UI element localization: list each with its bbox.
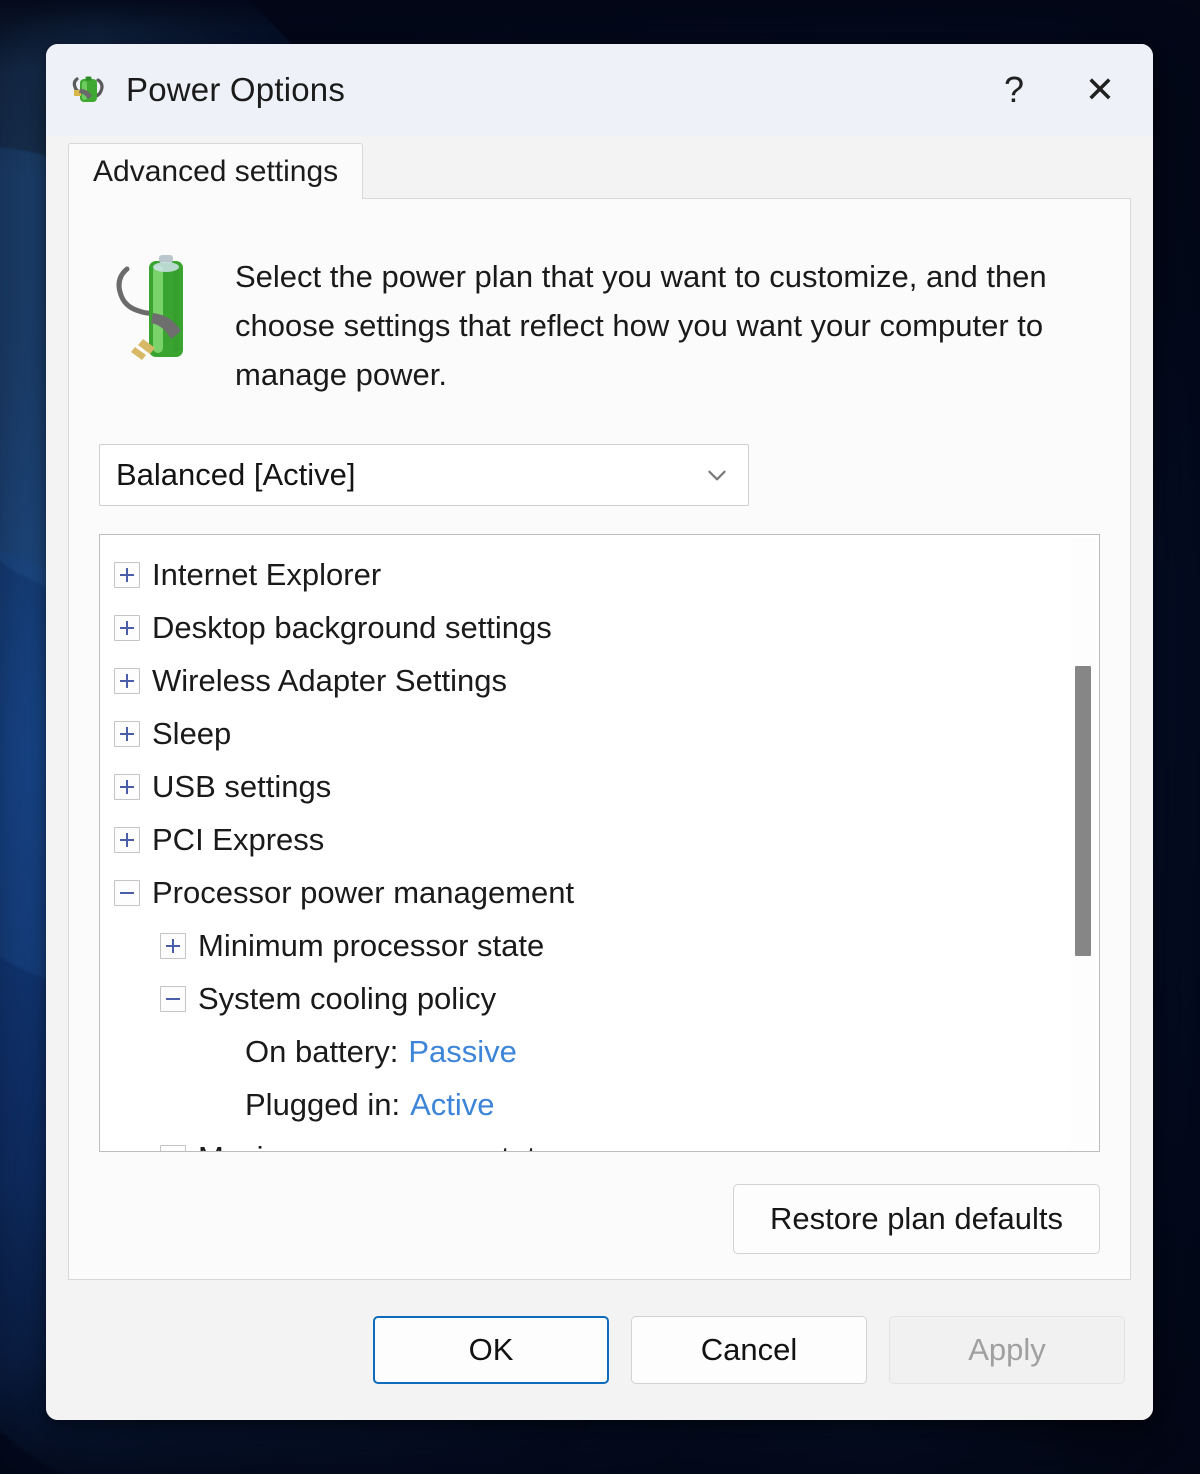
tree-item-value[interactable]: Active <box>410 1087 494 1123</box>
expand-icon[interactable] <box>114 827 140 854</box>
tree-row[interactable]: Wireless Adapter Settings <box>100 655 1099 708</box>
tree-row[interactable]: Plugged in: Active <box>100 1079 1099 1132</box>
tree-row[interactable]: Maximum processor state <box>100 1132 1099 1151</box>
advanced-settings-panel: Select the power plan that you want to c… <box>68 198 1131 1280</box>
close-icon: ✕ <box>1084 69 1116 110</box>
tree-row[interactable]: USB settings <box>100 761 1099 814</box>
apply-button[interactable]: Apply <box>889 1316 1125 1384</box>
description-block: Select the power plan that you want to c… <box>99 247 1100 400</box>
tree-row[interactable]: Desktop background settings <box>100 602 1099 655</box>
expand-icon[interactable] <box>160 1145 186 1151</box>
power-plan-value: Balanced [Active] <box>116 456 356 492</box>
help-button[interactable]: ? <box>971 44 1057 136</box>
tree-item-label: Wireless Adapter Settings <box>152 663 507 699</box>
tab-label: Advanced settings <box>93 154 339 188</box>
power-options-dialog: Power Options ? ✕ Advanced settings Sele… <box>46 44 1153 1420</box>
tree-item-value[interactable]: Passive <box>408 1034 517 1070</box>
window-title: Power Options <box>126 71 346 108</box>
settings-tree-content: Internet Explorer Desktop background sett… <box>100 535 1099 1151</box>
collapse-icon[interactable] <box>160 986 186 1013</box>
dialog-footer: OK Cancel Apply <box>46 1280 1153 1420</box>
tree-row[interactable]: Sleep <box>100 708 1099 761</box>
expand-icon[interactable] <box>114 615 140 642</box>
ok-button[interactable]: OK <box>373 1316 609 1384</box>
expand-icon[interactable] <box>114 668 140 695</box>
tree-item-label: Maximum processor state <box>198 1140 553 1151</box>
cancel-button[interactable]: Cancel <box>631 1316 867 1384</box>
restore-defaults-row: Restore plan defaults <box>99 1183 1100 1254</box>
tab-advanced-settings[interactable]: Advanced settings <box>68 143 364 199</box>
tree-item-label: Desktop background settings <box>152 610 552 646</box>
battery-plug-icon <box>113 247 209 367</box>
tree-item-label: On battery: <box>245 1034 399 1070</box>
collapse-icon[interactable] <box>114 880 140 907</box>
tree-item-label: Minimum processor state <box>198 928 545 964</box>
settings-tree[interactable]: Internet Explorer Desktop background sett… <box>99 533 1100 1152</box>
power-plan-battery-icon <box>68 70 108 110</box>
tree-row[interactable]: Internet Explorer <box>100 549 1099 602</box>
expand-icon[interactable] <box>160 933 186 960</box>
tree-row[interactable]: System cooling policy <box>100 973 1099 1026</box>
vertical-scrollbar[interactable] <box>1070 537 1096 1148</box>
expand-icon[interactable] <box>114 562 140 589</box>
tree-item-label: Processor power management <box>152 875 575 911</box>
close-button[interactable]: ✕ <box>1057 44 1143 136</box>
expand-icon[interactable] <box>114 721 140 748</box>
tree-item-label: Sleep <box>152 716 232 752</box>
description-text: Select the power plan that you want to c… <box>235 259 1047 392</box>
tree-row[interactable]: PCI Express <box>100 814 1099 867</box>
title-bar: Power Options ? ✕ <box>46 44 1153 136</box>
chevron-down-icon <box>700 458 734 492</box>
expand-icon[interactable] <box>114 774 140 801</box>
tree-item-label: PCI Express <box>152 822 325 858</box>
tree-row[interactable]: Minimum processor state <box>100 920 1099 973</box>
tree-row[interactable]: On battery: Passive <box>100 1026 1099 1079</box>
question-mark-icon: ? <box>1003 69 1025 110</box>
tree-item-label: USB settings <box>152 769 332 805</box>
tab-strip: Advanced settings <box>46 136 1153 199</box>
tree-item-label: System cooling policy <box>198 981 497 1017</box>
tree-item-label: Internet Explorer <box>152 557 382 593</box>
scrollbar-thumb[interactable] <box>1075 665 1091 956</box>
restore-plan-defaults-button[interactable]: Restore plan defaults <box>733 1183 1100 1254</box>
tree-row[interactable]: Processor power management <box>100 867 1099 920</box>
tree-item-label: Plugged in: <box>245 1087 401 1123</box>
power-plan-dropdown[interactable]: Balanced [Active] <box>99 443 749 506</box>
